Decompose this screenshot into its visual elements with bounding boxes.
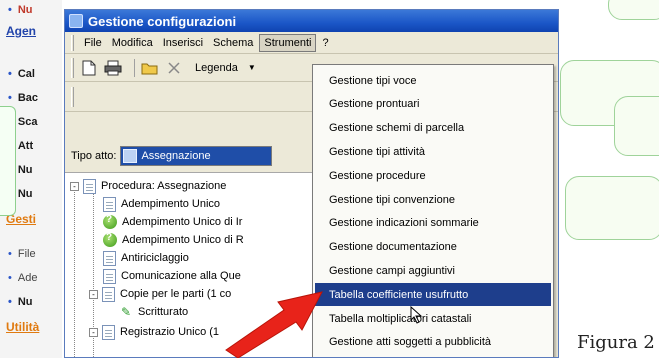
mouse-cursor-icon [410,306,423,324]
background-green-box [565,176,659,240]
bullet-icon: • [8,248,12,260]
toolbar-separator [134,58,135,77]
tree-connector [74,187,75,357]
print-icon[interactable] [104,59,122,77]
tree-node[interactable]: Antiriciclaggio [103,249,189,267]
background-bullet-label: Nu [17,188,33,200]
tree-node[interactable]: Adempimento Unico di Ir [103,213,242,231]
pen-icon: ✎ [121,305,132,319]
tree-node-label: Procedura: Assegnazione [101,180,227,192]
background-bullet-label: Sca [17,116,38,128]
tipo-atto-select[interactable]: Assegnazione [120,146,273,166]
menu-item[interactable]: Modifica [108,35,157,51]
tree-node-label: Antiriciclaggio [121,252,189,264]
tree-node[interactable]: Comunicazione alla Que [103,267,241,285]
toolbar-grip [71,57,74,78]
legend-dropdown-label[interactable]: Legenda [195,62,238,74]
background-bullet-label: Att [17,140,34,152]
strumenti-menu-item[interactable]: Gestione tipi voce [315,69,551,92]
bullet-icon: • [8,68,12,80]
background-bullet-item: • Cal [8,68,35,80]
background-bullet-label: Nu [17,164,33,176]
document-icon [103,196,116,212]
chevron-down-icon[interactable]: ▼ [248,63,256,72]
menu-item[interactable]: Strumenti [259,33,317,52]
strumenti-menu-item[interactable]: Gestione prontuari [315,93,551,116]
toolbar2-grip [71,86,74,107]
background-green-box [608,0,659,20]
background-section-heading: Utilità [6,320,40,334]
tree-node-label: Adempimento Unico di Ir [122,216,243,228]
figure-caption: Figura 2 [577,332,655,353]
bullet-icon: • [8,92,12,104]
background-green-panel [0,106,16,216]
background-bullet-item: • Ade [8,272,37,284]
tipo-atto-value: Assegnazione [141,150,211,162]
bullet-icon: • [8,296,12,308]
background-section-heading: Agen [6,24,36,38]
strumenti-menu-item[interactable]: Tabella moltiplicatori catastali [315,307,551,330]
delete-icon[interactable] [165,59,183,77]
strumenti-menu-item[interactable]: Gestione documentazione [315,236,551,259]
menu-item[interactable]: Inserisci [159,35,207,51]
menu-item[interactable]: Schema [209,35,257,51]
tree-node[interactable]: - Registrazio Unico (1 [89,323,219,341]
background-bullet-item: • Nu [8,296,33,308]
window-title: Gestione configurazioni [88,13,237,29]
strumenti-menu-item[interactable]: Gestione tipi convenzione [315,188,551,211]
strumenti-menu: Gestione tipi voce Gestione prontuari Gest… [312,64,554,357]
bullet-icon: • [8,4,12,16]
bullet-icon: • [8,272,12,284]
tipo-atto-label: Tipo atto: [71,150,117,162]
strumenti-menu-item[interactable]: Gestione atti soggetti a pubblicità [315,331,551,354]
menu-item[interactable]: ? [318,35,332,51]
document-icon [103,268,116,284]
tree-expander-icon[interactable]: - [89,327,98,337]
menu-item[interactable]: File [80,35,106,51]
tree-expander-icon[interactable]: - [70,181,79,191]
document-icon [102,286,115,302]
background-bullet-label: Nu [17,4,33,16]
tree-node-label: Copie per le parti (1 co [120,288,232,300]
background-bullet-item: • File [8,248,36,260]
document-icon [83,178,96,194]
tree-expander-icon[interactable]: - [89,289,98,299]
help-status-icon [103,232,117,247]
menubar-grip [71,34,74,51]
background-green-box [614,96,659,156]
background-bullet-label: Ade [17,272,38,284]
document-icon [102,324,115,340]
strumenti-menu-item[interactable]: Gestione schemi di parcella [315,117,551,140]
tree-node[interactable]: - Procedura: Assegnazione [70,177,226,195]
tree-node[interactable]: ✎ Scritturato [121,303,188,321]
strumenti-menu-item[interactable]: Gestione tipi attività [315,140,551,163]
new-document-icon[interactable] [80,59,98,77]
strumenti-menu-item[interactable]: Gestione campi aggiuntivi [315,259,551,282]
strumenti-menu-item[interactable]: Tabella coefficiente usufrutto [315,283,551,307]
tree-node[interactable]: - Copie per le parti (1 co [89,285,231,303]
tree-node-label: Adempimento Unico di R [122,234,244,246]
open-folder-icon[interactable] [141,59,159,77]
annotation-arrow [225,291,323,358]
menu-bar: File Modifica Inserisci Schema Strumenti? [65,32,558,54]
background-bullet-label: Cal [17,68,35,80]
strumenti-menu-item[interactable]: Gestione procedure [315,164,551,187]
document-type-icon [123,149,138,163]
background-bullet-item: • Nu [8,4,33,16]
tipo-atto-row: Tipo atto: Assegnazione [71,146,273,166]
tree-node[interactable]: Adempimento Unico di R [103,231,244,249]
tree-node-label: Adempimento Unico [121,198,221,210]
tree-node-label: Registrazio Unico (1 [120,326,220,338]
app-icon [69,14,83,28]
help-status-icon [103,214,117,229]
title-bar[interactable]: Gestione configurazioni [65,10,558,32]
background-bullet-label: File [17,248,36,260]
strumenti-menu-item[interactable]: Gestione indicazioni sommarie [315,212,551,235]
tree-node[interactable]: Adempimento Unico [103,195,220,213]
background-bullet-label: Nu [17,296,33,308]
background-bullet-item: • Bac [8,92,38,104]
tree-node-label: Scritturato [138,306,189,318]
document-icon [103,250,116,266]
background-bullet-label: Bac [17,92,39,104]
